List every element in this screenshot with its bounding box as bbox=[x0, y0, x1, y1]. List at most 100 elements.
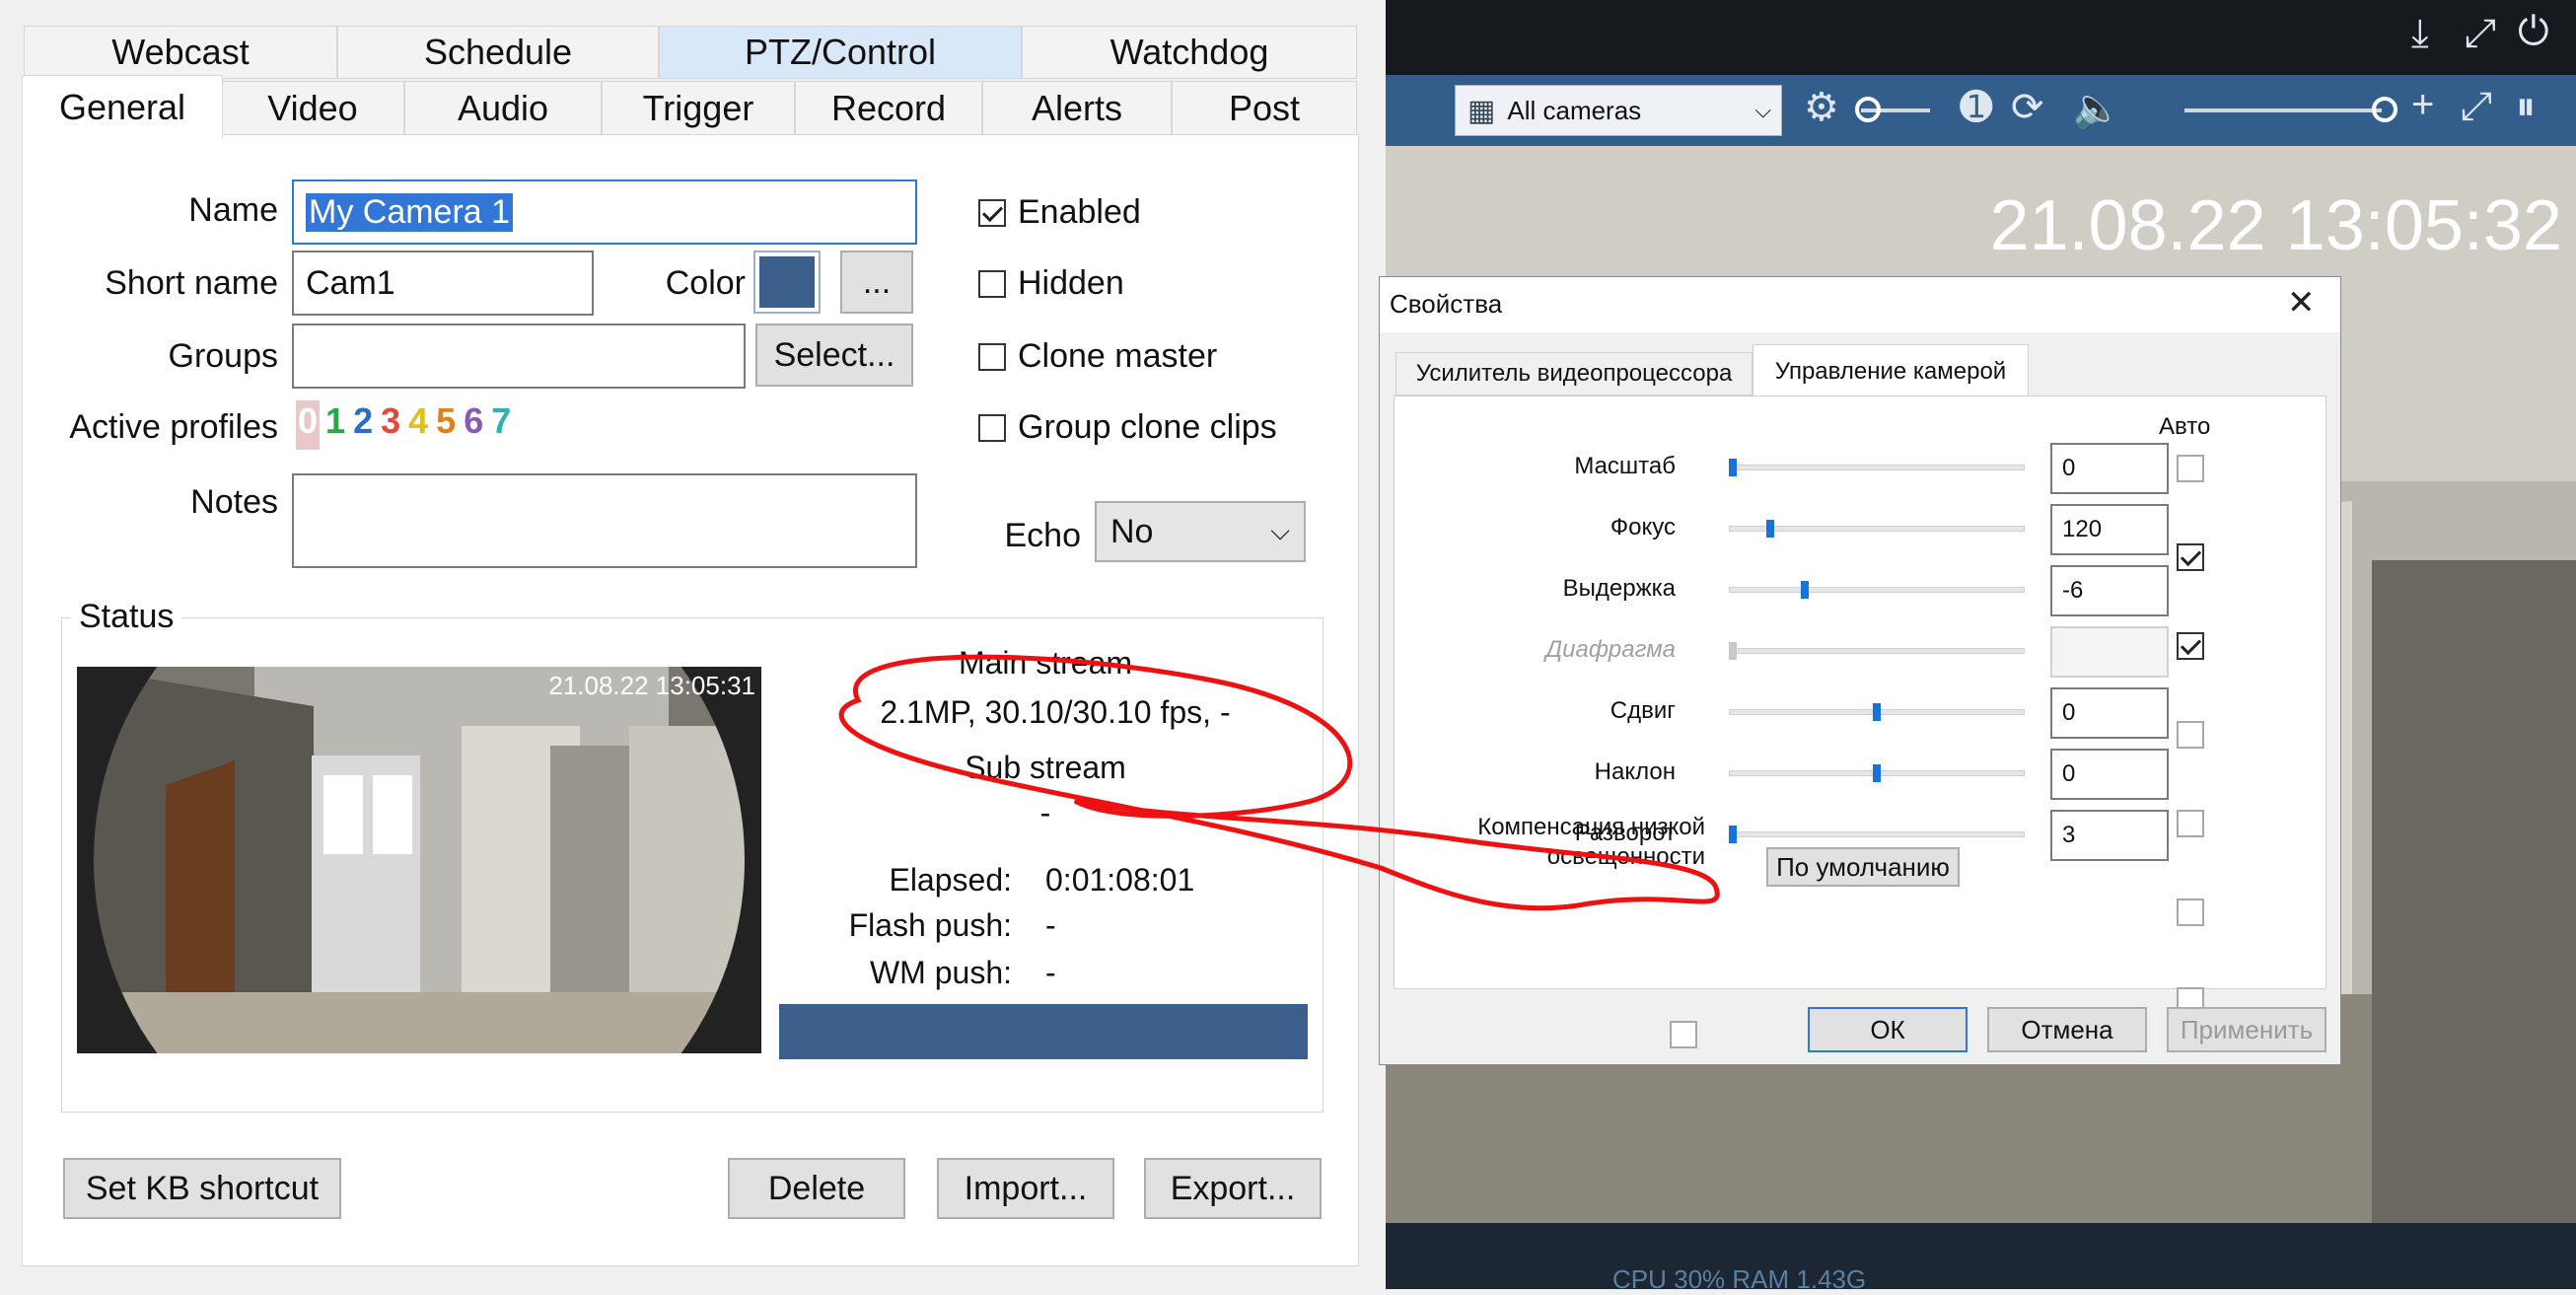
notes-label: Notes bbox=[190, 483, 278, 521]
power-icon[interactable]: ⏻ bbox=[2518, 10, 2549, 54]
close-icon[interactable]: ✕ bbox=[2287, 283, 2316, 323]
fullscreen-icon[interactable]: ⤢ bbox=[2461, 85, 2492, 129]
tab-label: Post bbox=[1228, 88, 1301, 128]
tab-general[interactable]: General bbox=[22, 75, 223, 138]
color-swatch[interactable] bbox=[753, 251, 821, 314]
tab-label: Alerts bbox=[1031, 88, 1123, 128]
delete-button[interactable]: Delete bbox=[728, 1158, 905, 1219]
profile-2[interactable]: 2 bbox=[351, 400, 375, 450]
camera-group-dropdown[interactable]: ▦ All cameras ⌵ bbox=[1455, 85, 1782, 136]
cancel-button[interactable]: Отмена bbox=[1987, 1007, 2147, 1052]
property-slider-thumb[interactable] bbox=[1873, 703, 1881, 721]
echo-dropdown[interactable]: No ⌵ bbox=[1095, 501, 1306, 562]
profile-4[interactable]: 4 bbox=[406, 400, 430, 450]
auto-column-label: Авто bbox=[2159, 413, 2211, 440]
ok-button[interactable]: ОК bbox=[1808, 1007, 1968, 1052]
viewer-statusbar: CPU 30% RAM 1.43G bbox=[1386, 1223, 2576, 1294]
property-slider-track[interactable] bbox=[1729, 648, 2025, 654]
apply-button[interactable]: Применить bbox=[2167, 1007, 2326, 1052]
tab-alerts[interactable]: Alerts bbox=[982, 81, 1172, 136]
checkbox-label: Hidden bbox=[1018, 264, 1124, 302]
property-slider-thumb[interactable] bbox=[1729, 826, 1737, 843]
gear-icon[interactable]: ⚙ bbox=[1804, 85, 1839, 130]
profile-6[interactable]: 6 bbox=[462, 400, 485, 450]
volume-slider-thumb[interactable] bbox=[2372, 97, 2397, 122]
name-field[interactable]: My Camera 1 bbox=[292, 180, 917, 245]
property-slider-track[interactable] bbox=[1729, 465, 2025, 470]
tab-label: Video bbox=[267, 88, 358, 128]
enabled-checkbox[interactable]: Enabled bbox=[978, 193, 1141, 232]
profile-0[interactable]: 0 bbox=[296, 400, 321, 450]
group-clone-clips-checkbox[interactable]: Group clone clips bbox=[978, 408, 1277, 447]
color-picker-button[interactable]: ... bbox=[840, 251, 913, 314]
default-button[interactable]: По умолчанию bbox=[1766, 847, 1960, 887]
volume-slider-track[interactable] bbox=[2184, 108, 2382, 112]
export-button[interactable]: Export... bbox=[1144, 1158, 1322, 1219]
property-slider-track[interactable] bbox=[1729, 831, 2025, 837]
button-label: По умолчанию bbox=[1776, 851, 1950, 882]
property-value-field[interactable]: 3 bbox=[2050, 810, 2169, 861]
flash-push-label: Flash push: bbox=[848, 907, 1012, 943]
select-groups-button[interactable]: Select... bbox=[755, 324, 913, 387]
hidden-checkbox[interactable]: Hidden bbox=[978, 264, 1124, 303]
add-icon[interactable]: + bbox=[2411, 83, 2434, 127]
grid-icon: ▦ bbox=[1467, 94, 1496, 127]
tab-video[interactable]: Video bbox=[221, 81, 404, 136]
download-icon[interactable]: ⤓ bbox=[2411, 12, 2429, 56]
tab-watchdog[interactable]: Watchdog bbox=[1022, 26, 1357, 79]
color-label: Color bbox=[665, 264, 746, 302]
profile-1[interactable]: 1 bbox=[323, 400, 347, 450]
property-slider-thumb[interactable] bbox=[1801, 581, 1809, 599]
profile-5[interactable]: 5 bbox=[434, 400, 458, 450]
tab-trigger[interactable]: Trigger bbox=[602, 81, 795, 136]
clone-master-checkbox[interactable]: Clone master bbox=[978, 337, 1217, 376]
tab-label: PTZ/Control bbox=[744, 32, 937, 72]
auto-checkbox[interactable] bbox=[2177, 810, 2204, 837]
tab-label: Record bbox=[830, 88, 947, 128]
property-slider-thumb[interactable] bbox=[1873, 764, 1881, 782]
tab-schedule[interactable]: Schedule bbox=[337, 26, 659, 79]
property-value-field[interactable]: -6 bbox=[2050, 565, 2169, 616]
pause-icon[interactable]: ⏸ bbox=[2516, 85, 2536, 129]
tab-ptz-control[interactable]: PTZ/Control bbox=[659, 26, 1022, 79]
auto-checkbox[interactable] bbox=[2177, 455, 2204, 482]
tab-audio[interactable]: Audio bbox=[404, 81, 602, 136]
tab-video-processor[interactable]: Усилитель видеопроцессора bbox=[1395, 352, 1753, 396]
tab-camera-control[interactable]: Управление камерой bbox=[1753, 344, 2029, 397]
import-button[interactable]: Import... bbox=[937, 1158, 1114, 1219]
tab-label: Schedule bbox=[423, 32, 573, 72]
tab-webcast[interactable]: Webcast bbox=[24, 26, 337, 79]
auto-checkbox[interactable] bbox=[2177, 543, 2204, 571]
echo-value: No bbox=[1110, 512, 1154, 550]
expand-icon[interactable]: ⤢ bbox=[2465, 12, 2496, 56]
property-value-field[interactable]: 0 bbox=[2050, 749, 2169, 800]
refresh-icon[interactable]: ⟳ bbox=[2011, 85, 2044, 130]
low-light-checkbox[interactable] bbox=[1670, 1021, 1697, 1048]
checkbox-label: Group clone clips bbox=[1018, 408, 1277, 446]
profile-3[interactable]: 3 bbox=[379, 400, 402, 450]
notes-field[interactable] bbox=[292, 473, 917, 568]
active-profiles-label: Active profiles bbox=[69, 408, 278, 446]
speaker-icon[interactable]: 🔈 bbox=[2072, 85, 2121, 131]
property-value-field[interactable] bbox=[2050, 626, 2169, 678]
auto-checkbox[interactable] bbox=[2177, 632, 2204, 660]
property-value-field[interactable]: 0 bbox=[2050, 443, 2169, 494]
property-slider-thumb[interactable] bbox=[1729, 459, 1737, 476]
auto-checkbox[interactable] bbox=[2177, 721, 2204, 749]
sequence-icon[interactable]: ➊ bbox=[1960, 85, 1993, 130]
property-slider-thumb[interactable] bbox=[1765, 520, 1774, 538]
groups-field[interactable] bbox=[292, 324, 746, 389]
property-slider-thumb[interactable] bbox=[1729, 642, 1737, 660]
tab-post[interactable]: Post bbox=[1172, 81, 1357, 136]
auto-checkbox[interactable] bbox=[2177, 899, 2204, 926]
tab-record[interactable]: Record bbox=[795, 81, 982, 136]
property-slider-track[interactable] bbox=[1729, 587, 2025, 593]
set-kb-shortcut-button[interactable]: Set KB shortcut bbox=[63, 1158, 341, 1219]
property-value-field[interactable]: 120 bbox=[2050, 504, 2169, 555]
property-value-field[interactable]: 0 bbox=[2050, 687, 2169, 739]
profile-7[interactable]: 7 bbox=[489, 400, 513, 450]
status-label: Status bbox=[71, 598, 182, 636]
short-name-field[interactable]: Cam1 bbox=[292, 251, 594, 316]
checkbox-label: Enabled bbox=[1018, 193, 1141, 231]
brightness-slider-thumb[interactable] bbox=[1855, 97, 1881, 122]
